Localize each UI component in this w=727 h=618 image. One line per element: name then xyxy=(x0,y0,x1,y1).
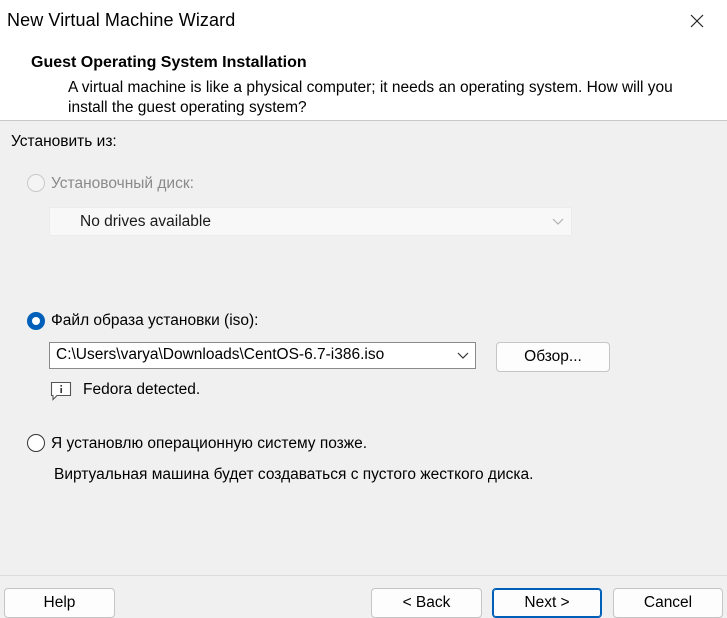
info-icon xyxy=(50,381,72,406)
page-title: Guest Operating System Installation xyxy=(31,54,307,71)
disc-drive-value: No drives available xyxy=(80,213,211,230)
iso-path-input[interactable]: C:\Users\varya\Downloads\CentOS-6.7-i386… xyxy=(49,342,476,369)
iso-path-value: C:\Users\varya\Downloads\CentOS-6.7-i386… xyxy=(56,346,385,363)
disc-drive-dropdown[interactable]: No drives available xyxy=(49,207,572,236)
page-description: A virtual machine is like a physical com… xyxy=(68,79,673,116)
installer-disc-label: Установочный диск: xyxy=(51,175,194,192)
install-later-description: Виртуальная машина будет создаваться с п… xyxy=(54,466,534,483)
iso-image-radio[interactable] xyxy=(27,312,45,330)
back-button[interactable]: < Back xyxy=(371,588,482,618)
install-from-label: Установить из: xyxy=(11,133,117,150)
browse-button[interactable]: Обзор... xyxy=(496,342,610,372)
help-button[interactable]: Help xyxy=(4,588,115,618)
close-button[interactable] xyxy=(683,6,711,36)
install-later-label: Я установлю операционную систему позже. xyxy=(51,435,368,452)
footer-separator xyxy=(0,575,727,576)
next-button[interactable]: Next > xyxy=(492,588,602,618)
os-detected-text: Fedora detected. xyxy=(83,381,201,398)
install-later-radio[interactable] xyxy=(27,434,45,452)
installer-disc-radio[interactable] xyxy=(27,174,45,192)
iso-image-label: Файл образа установки (iso): xyxy=(51,312,259,329)
cancel-button[interactable]: Cancel xyxy=(613,588,723,618)
chevron-down-icon[interactable] xyxy=(457,349,469,361)
chevron-down-icon xyxy=(552,218,564,225)
window-title: New Virtual Machine Wizard xyxy=(7,10,236,30)
close-icon xyxy=(690,14,704,28)
